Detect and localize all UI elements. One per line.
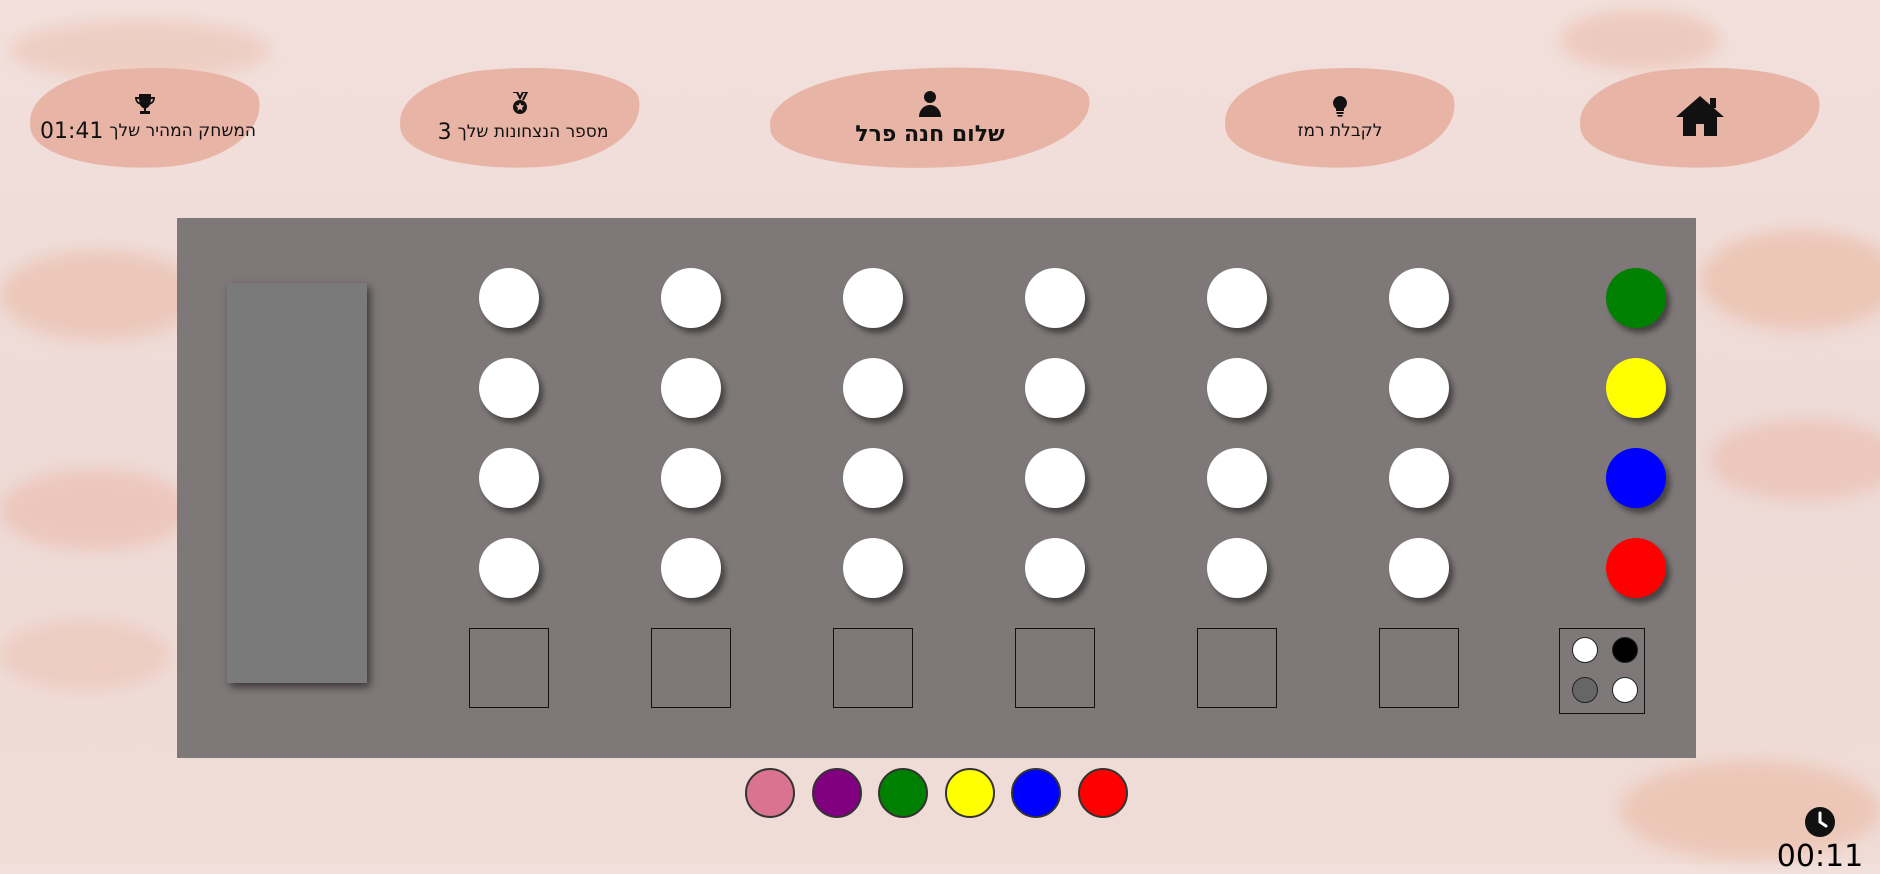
color-choice[interactable] (878, 768, 928, 818)
color-choice[interactable] (745, 768, 795, 818)
fastest-game-stat: המשחק המהיר שלך 01:41 (27, 62, 263, 174)
guess-peg[interactable] (843, 358, 903, 418)
guess-peg[interactable] (1207, 448, 1267, 508)
guess-peg[interactable] (843, 268, 903, 328)
feedback-box (833, 628, 913, 708)
color-choice[interactable] (1011, 768, 1061, 818)
guess-peg[interactable] (1389, 268, 1449, 328)
guess-peg[interactable] (661, 538, 721, 598)
secret-peg (1606, 448, 1666, 508)
wins-count: 3 (437, 119, 452, 145)
game-timer: 00:11 (1760, 806, 1880, 872)
guess-peg[interactable] (479, 358, 539, 418)
guess-peg[interactable] (661, 448, 721, 508)
feedback-box (469, 628, 549, 708)
guess-peg[interactable] (1389, 538, 1449, 598)
result-peg (1572, 637, 1598, 663)
secret-peg (1606, 538, 1666, 598)
feedback-box (1197, 628, 1277, 708)
medal-icon (510, 90, 530, 120)
hint-button[interactable]: לקבלת רמז (1222, 62, 1458, 174)
guess-peg[interactable] (1389, 448, 1449, 508)
game-board (177, 218, 1696, 758)
greeting-text: שלום חנה פרל (855, 121, 1005, 147)
guess-peg[interactable] (661, 268, 721, 328)
guess-peg[interactable] (1389, 358, 1449, 418)
result-peg (1572, 677, 1598, 703)
feedback-box (1015, 628, 1095, 708)
guess-peg[interactable] (479, 538, 539, 598)
hint-label: לקבלת רמז (1297, 121, 1383, 141)
result-peg (1612, 677, 1638, 703)
result-peg (1612, 637, 1638, 663)
guess-peg[interactable] (661, 358, 721, 418)
feedback-box (1379, 628, 1459, 708)
history-panel (227, 283, 367, 683)
guess-peg[interactable] (1207, 538, 1267, 598)
color-choice[interactable] (1078, 768, 1128, 818)
fastest-game-time: 01:41 (39, 118, 104, 144)
guess-peg[interactable] (843, 448, 903, 508)
secret-peg (1606, 358, 1666, 418)
home-button[interactable] (1577, 61, 1823, 175)
home-icon (1675, 94, 1725, 142)
timer-text: 00:11 (1776, 839, 1864, 874)
lightbulb-icon (1332, 95, 1348, 121)
result-pegs-box (1559, 628, 1645, 714)
user-icon (918, 90, 942, 122)
guess-peg[interactable] (1207, 358, 1267, 418)
guess-peg[interactable] (843, 538, 903, 598)
guess-peg[interactable] (1025, 538, 1085, 598)
fastest-game-label: המשחק המהיר שלך (109, 121, 257, 141)
guess-peg[interactable] (1025, 358, 1085, 418)
guess-peg[interactable] (1025, 268, 1085, 328)
guess-peg[interactable] (479, 268, 539, 328)
clock-icon (1804, 806, 1836, 842)
guess-peg[interactable] (1207, 268, 1267, 328)
secret-peg (1606, 268, 1666, 328)
feedback-box (651, 628, 731, 708)
wins-label: מספר הנצחונות שלך (457, 122, 609, 142)
trophy-icon (133, 93, 157, 119)
user-greeting: שלום חנה פרל (767, 59, 1093, 177)
wins-stat: מספר הנצחונות שלך 3 (397, 61, 643, 175)
color-choice[interactable] (945, 768, 995, 818)
guess-peg[interactable] (479, 448, 539, 508)
color-choice[interactable] (812, 768, 862, 818)
guess-peg[interactable] (1025, 448, 1085, 508)
